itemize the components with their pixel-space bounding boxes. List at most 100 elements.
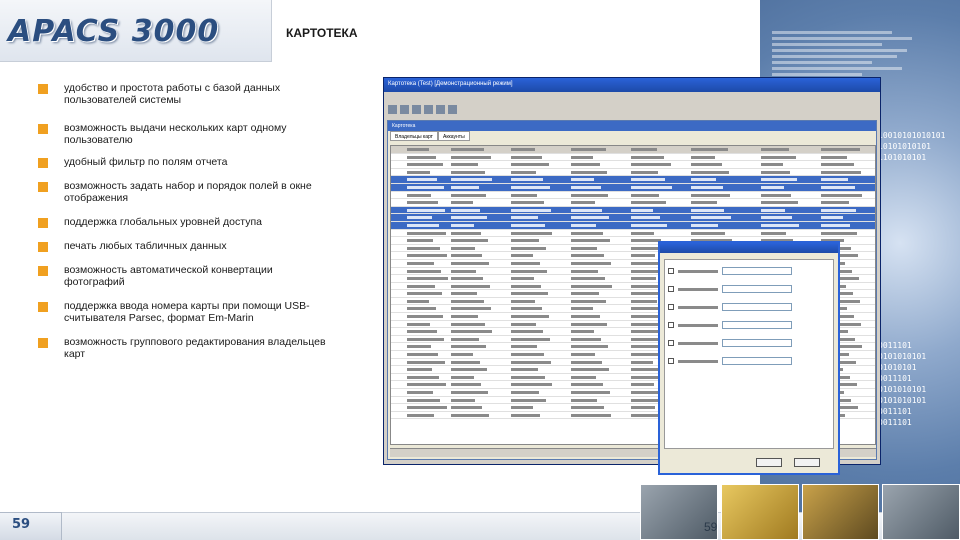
table-cell	[631, 155, 664, 159]
toolbar-icon	[424, 105, 433, 114]
table-cell	[451, 185, 479, 189]
table-cell	[407, 223, 439, 227]
table-cell	[571, 231, 603, 235]
table-cell	[451, 178, 492, 182]
table-cell	[571, 208, 602, 212]
table-cell	[451, 398, 475, 402]
table-cell	[571, 398, 597, 402]
list-item: возможность автоматической конвертации ф…	[38, 264, 334, 288]
table-cell	[511, 193, 537, 197]
table-cell	[631, 231, 654, 235]
table-cell	[571, 216, 609, 220]
table-cell	[511, 155, 542, 159]
table-cell	[761, 231, 786, 235]
window-title: Картотека (Test) [Демонстрационный режим…	[384, 78, 880, 92]
table-cell	[571, 391, 610, 394]
table-cell	[821, 185, 855, 189]
table-cell	[451, 223, 474, 227]
table-cell	[761, 208, 785, 212]
table-cell	[691, 170, 729, 174]
table-cell	[821, 155, 847, 159]
table-cell	[761, 185, 784, 189]
toolbar-icon	[412, 105, 421, 114]
table-cell	[407, 315, 443, 319]
dialog-row	[668, 336, 830, 350]
table-row	[391, 154, 875, 162]
table-cell	[511, 223, 545, 227]
table-cell	[821, 223, 850, 227]
table-cell	[571, 254, 604, 258]
table-cell	[761, 170, 790, 174]
table-cell	[761, 193, 791, 197]
table-cell	[451, 368, 487, 372]
table-cell	[407, 239, 433, 243]
dialog-row	[668, 318, 830, 332]
table-cell	[631, 322, 658, 326]
table-cell	[631, 345, 659, 349]
bullet-icon	[38, 124, 48, 134]
table-cell	[407, 201, 438, 205]
table-cell	[571, 284, 612, 288]
table-cell	[571, 170, 607, 174]
table-cell	[451, 163, 478, 167]
table-cell	[571, 178, 594, 182]
table-cell	[407, 193, 431, 197]
table-cell	[451, 360, 480, 364]
table-cell	[451, 345, 486, 349]
table-cell	[821, 148, 860, 151]
table-cell	[407, 413, 434, 417]
table-cell	[451, 383, 481, 387]
table-cell	[761, 163, 783, 167]
table-cell	[571, 322, 607, 326]
table-cell	[631, 391, 661, 394]
table-cell	[761, 216, 792, 220]
table-cell	[511, 170, 536, 174]
table-row	[391, 206, 875, 215]
table-cell	[761, 178, 797, 182]
table-cell	[631, 208, 653, 212]
table-cell	[511, 315, 549, 319]
table-cell	[571, 269, 598, 273]
table-cell	[407, 185, 444, 189]
dialog-row	[668, 264, 830, 278]
table-cell	[511, 148, 535, 151]
table-cell	[407, 148, 429, 151]
app-screenshot: Картотека (Test) [Демонстрационный режим…	[383, 77, 881, 475]
dialog-row	[668, 300, 830, 314]
table-cell	[407, 383, 446, 387]
table-cell	[571, 277, 605, 281]
table-cell	[631, 383, 654, 387]
table-cell	[451, 155, 491, 159]
list-item: возможность задать набор и порядок полей…	[38, 180, 334, 204]
tab-bar: Владельцы карт Аккаунты	[388, 131, 876, 141]
table-cell	[407, 391, 433, 394]
table-cell	[571, 299, 606, 303]
table-cell	[761, 201, 798, 205]
table-cell	[691, 148, 728, 151]
table-cell	[511, 254, 533, 258]
table-cell	[451, 277, 483, 281]
table-row	[391, 183, 875, 192]
table-cell	[451, 299, 484, 303]
table-cell	[571, 223, 596, 227]
table-cell	[407, 292, 442, 296]
toolbar-icon	[388, 105, 397, 114]
table-cell	[691, 223, 718, 227]
table-cell	[511, 383, 552, 387]
table-cell	[511, 307, 542, 311]
table-cell	[571, 307, 593, 311]
table-cell	[571, 155, 593, 159]
table-cell	[511, 360, 551, 364]
table-cell	[511, 261, 540, 265]
page-title: КАРТОТЕКА	[286, 26, 358, 40]
table-cell	[511, 163, 549, 167]
list-item: возможность выдачи нескольких карт одном…	[38, 122, 334, 146]
table-cell	[511, 299, 535, 303]
table-cell	[691, 231, 725, 235]
page-number-box	[0, 512, 62, 540]
table-cell	[407, 299, 429, 303]
toolbar-icon	[448, 105, 457, 114]
dialog-row	[668, 354, 830, 368]
list-item: удобство и простота работы с базой данны…	[38, 82, 334, 106]
table-cell	[407, 375, 439, 379]
